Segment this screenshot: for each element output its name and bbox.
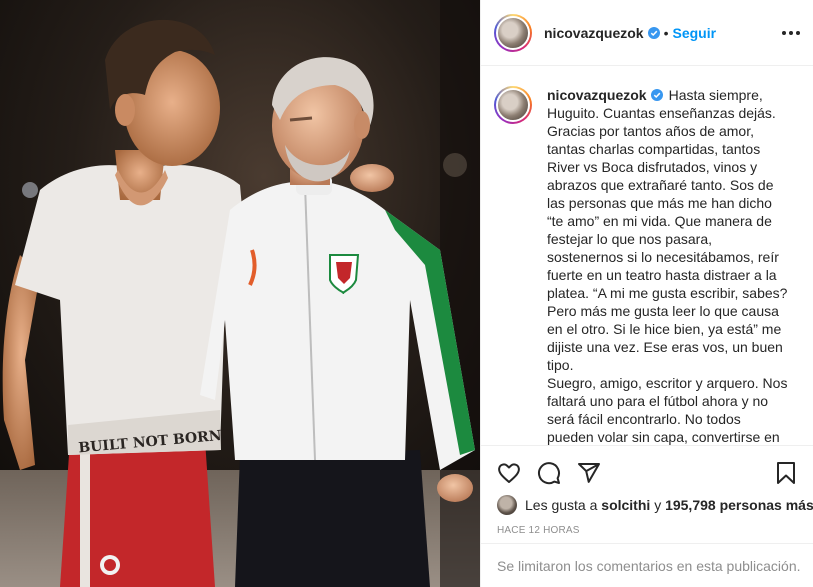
caption-avatar-image <box>496 88 530 122</box>
liker-username[interactable]: solcithi <box>601 497 650 513</box>
follow-button[interactable]: Seguir <box>673 25 717 41</box>
comment-icon[interactable] <box>537 461 561 485</box>
caption-line: abrazos que extrañaré tanto. Sos de <box>547 177 774 193</box>
caption-line: tipo. <box>547 357 574 373</box>
heart-icon[interactable] <box>497 461 521 485</box>
action-icons <box>497 461 601 485</box>
author-avatar-image <box>496 15 530 50</box>
liker-avatar <box>497 495 517 515</box>
verified-badge-icon <box>647 26 660 39</box>
caption-line: River vs Boca disfrutados, vinos y <box>547 159 758 175</box>
caption-line: sostenernos si lo necesitábamos, reír <box>547 249 779 265</box>
caption-line: Gracias por tantos años de amor, <box>547 123 754 139</box>
header-meta: nicovazquezok • Seguir <box>544 25 716 41</box>
likes-prefix: Les gusta a <box>525 497 598 513</box>
more-options-icon[interactable] <box>782 24 800 42</box>
caption-username[interactable]: nicovazquezok <box>547 87 647 103</box>
caption-author-avatar[interactable] <box>494 86 532 124</box>
caption-line: tantas charlas compartidas, tantos <box>547 141 761 157</box>
caption-line: Pero más me gusta leer lo que causa <box>547 303 779 319</box>
instagram-post: BUILT NOT BORN nicovazquezok • Seguir ni… <box>0 0 813 587</box>
post-actions: Les gusta a solcithi y 195,798 personas … <box>481 445 813 543</box>
caption-line: en el otro. Si le hice bien, ya está” me <box>547 321 782 337</box>
paper-plane-icon[interactable] <box>577 461 601 485</box>
caption-line: festejar lo que nos pasara, <box>547 231 712 247</box>
post-image: BUILT NOT BORN <box>0 0 480 587</box>
caption-line: Hasta siempre, <box>668 87 763 103</box>
caption-line: platea. “A mi me gusta escribir, sabes? <box>547 285 788 301</box>
author-username[interactable]: nicovazquezok <box>544 25 644 41</box>
verified-badge-icon <box>650 89 663 101</box>
post-caption: nicovazquezok Hasta siempre, Huguito. Cua… <box>547 86 800 445</box>
caption-line: Suegro, amigo, escritor y arquero. Nos <box>547 375 788 391</box>
caption-line: será fácil encontrarlo. No todos <box>547 411 741 427</box>
post-side-panel: nicovazquezok • Seguir nicovazquezok Hast… <box>480 0 813 587</box>
post-photo[interactable]: BUILT NOT BORN <box>0 0 480 587</box>
caption-line: fuerte en un teatro hasta distraer a la <box>547 267 777 283</box>
likes-summary[interactable]: Les gusta a solcithi y 195,798 personas … <box>497 495 813 515</box>
bookmark-icon[interactable] <box>774 461 798 485</box>
likes-count[interactable]: 195,798 personas más <box>665 497 813 513</box>
caption-line: dijiste una vez. Ese eras vos, un buen <box>547 339 783 355</box>
comments-disabled-notice: Se limitaron los comentarios en esta pub… <box>481 543 813 587</box>
caption-line: “te amo” en mi vida. Que manera de <box>547 213 772 229</box>
caption-line: faltará uno para el fútbol ahora y no <box>547 393 769 409</box>
post-timestamp[interactable]: HACE 12 HORAS <box>497 525 580 536</box>
post-header: nicovazquezok • Seguir <box>481 0 813 66</box>
likes-conjunction: y <box>654 497 662 513</box>
header-separator: • <box>663 24 669 41</box>
caption-line: Huguito. Cuantas enseñanzas dejás. <box>547 105 776 121</box>
caption-line: pueden volar sin capa, convertirse en <box>547 429 780 445</box>
caption-container[interactable]: nicovazquezok Hasta siempre, Huguito. Cua… <box>481 67 813 445</box>
caption-line: las personas que más me han dicho <box>547 195 772 211</box>
caption-first-line: nicovazquezok Hasta siempre, <box>547 86 800 104</box>
author-avatar[interactable] <box>494 13 532 52</box>
